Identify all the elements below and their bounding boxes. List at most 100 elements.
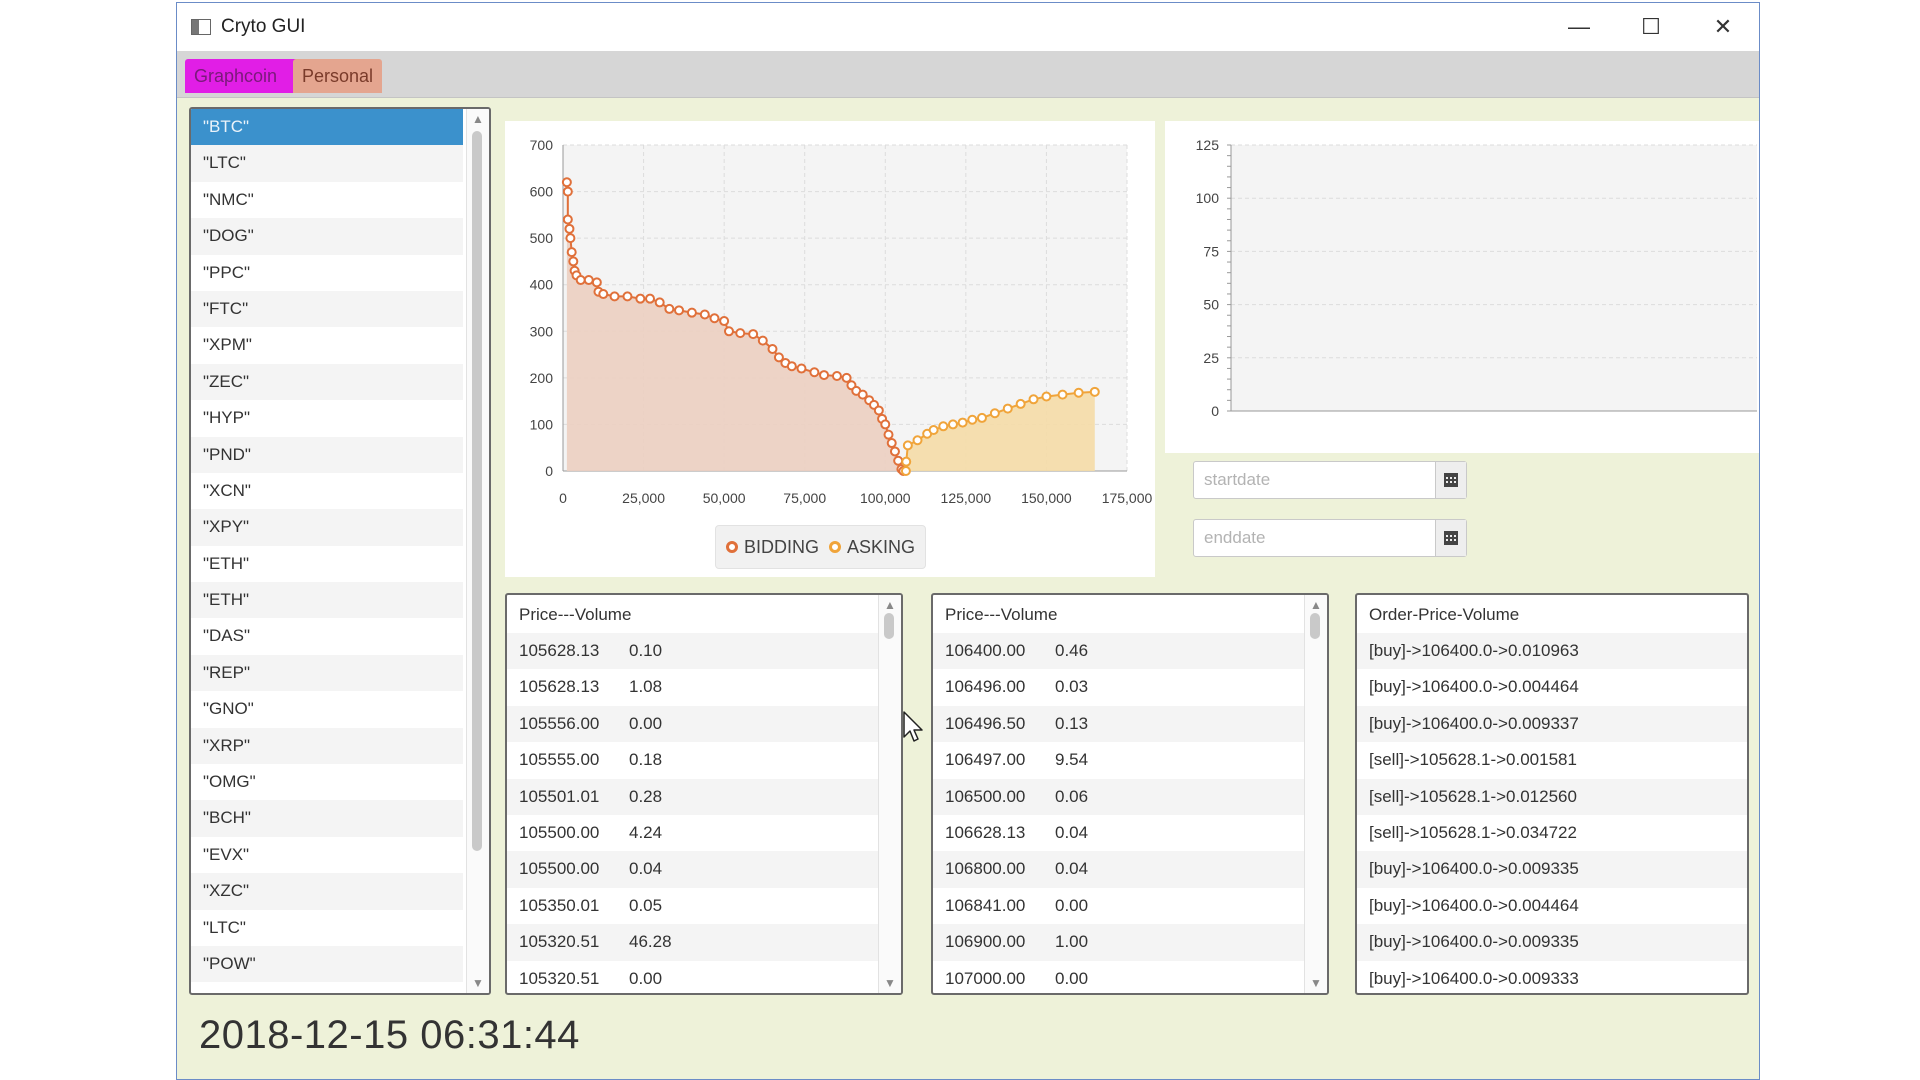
coin-list-item[interactable]: "XPY" bbox=[191, 509, 463, 546]
scroll-up-icon[interactable]: ▲ bbox=[467, 109, 489, 129]
coin-list-item[interactable]: "ETH" bbox=[191, 546, 463, 582]
x-tick-label: 175,000 bbox=[1102, 490, 1153, 506]
coin-list-item[interactable]: "PPC" bbox=[191, 255, 463, 291]
table-row[interactable]: 106400.00 0.46 bbox=[933, 633, 1327, 670]
bids-table[interactable]: Price---Volume 105628.13 0.10 105628.13 1.0… bbox=[505, 593, 903, 995]
coin-list-scrollbar[interactable]: ▲ ▼ bbox=[466, 109, 489, 993]
table-row[interactable]: 105500.00 0.04 bbox=[507, 851, 901, 888]
history-chart: 0 25 50 75 100 125 bbox=[1165, 121, 1759, 453]
coin-list-item[interactable]: "LTC" bbox=[191, 910, 463, 946]
start-date-input[interactable] bbox=[1194, 462, 1435, 498]
table-row[interactable]: 105556.00 0.00 bbox=[507, 705, 901, 743]
coin-list-item[interactable]: "HYP" bbox=[191, 400, 463, 436]
volume-cell: 0.00 bbox=[629, 713, 663, 733]
table-row[interactable]: [sell]->105628.1->0.012560 bbox=[1357, 778, 1747, 815]
price-cell: 106496.50 bbox=[945, 713, 1026, 733]
data-point bbox=[564, 223, 575, 234]
coin-list-item[interactable]: "BCH" bbox=[191, 800, 463, 837]
price-cell: 107000.00 bbox=[945, 968, 1026, 988]
table-row[interactable]: 106628.13 0.04 bbox=[933, 815, 1327, 851]
table-row[interactable]: 105555.00 0.18 bbox=[507, 742, 901, 778]
volume-cell: 4.24 bbox=[629, 822, 663, 842]
tab-personal[interactable]: Personal bbox=[293, 59, 383, 93]
table-row[interactable]: 105628.13 0.10 bbox=[507, 633, 901, 670]
coin-list-item[interactable]: "PND" bbox=[191, 436, 463, 473]
table-row[interactable]: [sell]->105628.1->0.034722 bbox=[1357, 815, 1747, 851]
coin-list-item[interactable]: "XPM" bbox=[191, 327, 463, 363]
y-tick-label: 25 bbox=[1203, 350, 1219, 366]
close-button[interactable]: ✕ bbox=[1687, 3, 1759, 51]
end-date-input[interactable] bbox=[1194, 520, 1435, 556]
asks-table[interactable]: Price---Volume 106400.00 0.46 106496.00 0.0… bbox=[931, 593, 1329, 995]
scroll-up-icon[interactable]: ▲ bbox=[1305, 595, 1327, 615]
price-cell: 106900.00 bbox=[945, 932, 1026, 952]
price-cell: 105628.13 bbox=[519, 641, 600, 660]
end-date-picker[interactable] bbox=[1193, 519, 1467, 557]
coin-list[interactable]: "BTC" "LTC" "NMC" "DOG" "PPC" "FTC" "XPM" "ZEC"… bbox=[189, 107, 491, 995]
table-row[interactable]: 105320.51 46.28 bbox=[507, 924, 901, 961]
table-row[interactable]: 105500.00 4.24 bbox=[507, 815, 901, 851]
coin-list-item[interactable]: "GNO" bbox=[191, 691, 463, 727]
table-row[interactable]: 105501.01 0.28 bbox=[507, 778, 901, 815]
table-row[interactable]: 105350.01 0.05 bbox=[507, 888, 901, 924]
scrollbar-thumb[interactable] bbox=[472, 131, 482, 851]
table-row[interactable]: 106800.00 0.04 bbox=[933, 851, 1327, 888]
table-row[interactable]: 106497.00 9.54 bbox=[933, 742, 1327, 778]
orders-table[interactable]: Order-Price-Volume [buy]->106400.0->0.01… bbox=[1355, 593, 1749, 995]
scroll-up-icon[interactable]: ▲ bbox=[879, 595, 901, 615]
scroll-down-icon[interactable]: ▼ bbox=[879, 973, 901, 993]
table-row[interactable]: [buy]->106400.0->0.009335 bbox=[1357, 851, 1747, 888]
table-row[interactable]: [buy]->106400.0->0.004464 bbox=[1357, 669, 1747, 705]
data-point bbox=[957, 417, 968, 428]
data-point bbox=[622, 291, 633, 302]
table-row[interactable]: [buy]->106400.0->0.010963 bbox=[1357, 633, 1747, 670]
table-row[interactable]: 106841.00 0.00 bbox=[933, 888, 1327, 924]
minimize-button[interactable]: — bbox=[1543, 3, 1615, 51]
table-row[interactable]: [buy]->106400.0->0.009335 bbox=[1357, 924, 1747, 961]
tab-graphcoin[interactable]: Graphcoin bbox=[185, 59, 307, 93]
table-row[interactable]: 107000.00 0.00 bbox=[933, 961, 1327, 993]
bids-table-scrollbar[interactable]: ▲ ▼ bbox=[878, 595, 901, 993]
table-row[interactable]: 106500.00 0.06 bbox=[933, 778, 1327, 815]
volume-cell: 46.28 bbox=[629, 932, 672, 952]
scroll-down-icon[interactable]: ▼ bbox=[467, 973, 489, 993]
data-point bbox=[841, 372, 852, 383]
asks-table-scrollbar[interactable]: ▲ ▼ bbox=[1304, 595, 1327, 993]
scrollbar-thumb[interactable] bbox=[1310, 613, 1320, 639]
coin-list-item[interactable]: "FTC" bbox=[191, 290, 463, 328]
coin-list-item[interactable]: "ZEC" bbox=[191, 363, 463, 401]
coin-list-item[interactable]: "OMG" bbox=[191, 764, 463, 800]
coin-list-item[interactable]: "DAS" bbox=[191, 618, 463, 654]
table-row[interactable]: [buy]->106400.0->0.009337 bbox=[1357, 705, 1747, 743]
coin-list-item[interactable]: "XZC" bbox=[191, 873, 463, 910]
scrollbar-thumb[interactable] bbox=[884, 613, 894, 639]
coin-list-item[interactable]: "POW" bbox=[191, 945, 463, 983]
coin-list-item[interactable]: "XCN" bbox=[191, 473, 463, 509]
x-tick-label: 125,000 bbox=[941, 490, 992, 506]
table-row[interactable]: 105628.13 1.08 bbox=[507, 669, 901, 705]
data-point bbox=[1041, 391, 1052, 402]
start-date-calendar-button[interactable] bbox=[1435, 462, 1466, 498]
coin-list-item[interactable]: "EVX" bbox=[191, 837, 463, 873]
price-cell: 105501.01 bbox=[519, 786, 600, 806]
table-row[interactable]: [buy]->106400.0->0.004464 bbox=[1357, 888, 1747, 924]
coin-list-item[interactable]: "XRP" bbox=[191, 727, 463, 765]
coin-list-item[interactable]: "ETH" bbox=[191, 582, 463, 619]
calendar-icon bbox=[1444, 531, 1458, 545]
coin-list-item[interactable]: "DOG" bbox=[191, 218, 463, 255]
end-date-calendar-button[interactable] bbox=[1435, 520, 1466, 556]
table-row[interactable]: 106496.00 0.03 bbox=[933, 669, 1327, 705]
coin-list-item[interactable]: "BTC" bbox=[191, 109, 463, 146]
start-date-picker[interactable] bbox=[1193, 461, 1467, 499]
coin-list-item[interactable]: "NMC" bbox=[191, 182, 463, 218]
table-row[interactable]: [buy]->106400.0->0.009333 bbox=[1357, 961, 1747, 993]
scroll-down-icon[interactable]: ▼ bbox=[1305, 973, 1327, 993]
table-row[interactable]: 106496.50 0.13 bbox=[933, 705, 1327, 743]
table-row[interactable]: 105320.51 0.00 bbox=[507, 961, 901, 993]
table-row[interactable]: [sell]->105628.1->0.001581 bbox=[1357, 742, 1747, 778]
coin-list-item[interactable]: "LTC" bbox=[191, 145, 463, 182]
maximize-button[interactable]: ☐ bbox=[1615, 3, 1687, 51]
table-row[interactable]: 106900.00 1.00 bbox=[933, 924, 1327, 961]
coin-list-item[interactable]: "REP" bbox=[191, 654, 463, 692]
x-tick-label: 50,000 bbox=[703, 490, 746, 506]
